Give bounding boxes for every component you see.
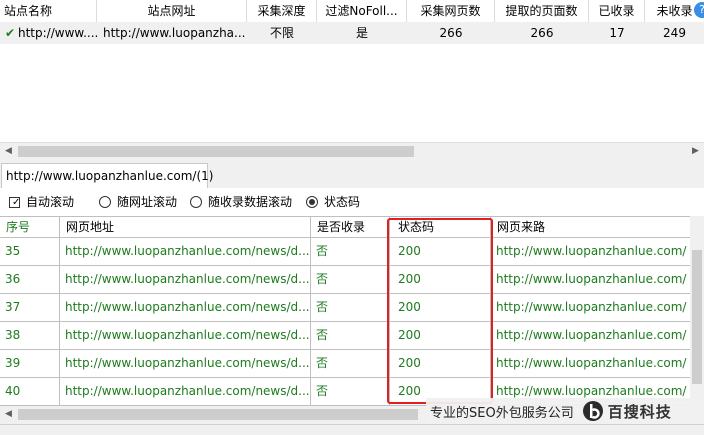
row-referrer-cell: http://www.luopanzhanlue.com/	[496, 272, 687, 286]
row-url-cell: http://www.luopanzhanlue.com/news/d...	[60, 238, 311, 266]
col-page-url[interactable]: 网页地址	[60, 217, 311, 238]
col-no[interactable]: 序号	[0, 217, 60, 238]
scroll-thumb[interactable]	[18, 146, 414, 157]
brand-logo-icon	[582, 401, 603, 421]
auto-scroll-checkbox[interactable]: ✓	[9, 196, 21, 208]
collected-cell: 266	[439, 26, 463, 40]
row-no-cell: 35	[0, 238, 60, 266]
table-row[interactable]: 36 http://www.luopanzhanlue.com/news/d...…	[0, 266, 690, 294]
row-referrer-cell: http://www.luopanzhanlue.com/	[496, 244, 687, 258]
scroll-thumb[interactable]	[18, 409, 418, 420]
status-code-label: 状态码	[324, 195, 361, 209]
site-row[interactable]: ✔ http://www.... http://www.luopanzha...…	[0, 22, 704, 44]
row-referrer-cell: http://www.luopanzhanlue.com/	[496, 356, 687, 370]
watermark-brand: 百搜科技	[607, 402, 672, 421]
scroll-thumb[interactable]	[692, 250, 702, 384]
page-table: 序号 网页地址 是否收录 状态码 网页来路 35 http://www.luopa…	[0, 216, 690, 406]
extracted-cell: 266	[530, 26, 554, 40]
row-indexed-cell: 否	[311, 378, 390, 406]
row-status-cell: 200	[390, 238, 491, 266]
row-no-cell: 40	[0, 378, 60, 406]
follow-index-label: 随收录数据滚动	[208, 195, 293, 209]
row-no-cell: 36	[0, 266, 60, 294]
scroll-options: ✓ 自动滚动 随网址滚动 随收录数据滚动 状态码	[0, 188, 704, 216]
scroll-left-icon[interactable]: ◀	[0, 143, 17, 160]
row-referrer-cell: http://www.luopanzhanlue.com/	[496, 328, 687, 342]
row-no-cell: 39	[0, 350, 60, 378]
col-nofollow[interactable]: 过滤NoFoll...	[317, 0, 407, 22]
row-status-cell: 200	[390, 266, 491, 294]
crawl-depth-cell: 不限	[269, 26, 294, 40]
checkmark-icon: ✓	[12, 196, 21, 208]
row-indexed-cell: 否	[311, 350, 390, 378]
col-referrer[interactable]: 网页来路	[491, 217, 690, 238]
auto-scroll-option[interactable]: ✓ 自动滚动	[9, 194, 74, 210]
row-status-cell: 200	[390, 350, 491, 378]
watermark: 专业的SEO外包服务公司 百搜科技	[426, 398, 704, 424]
site-url-cell: http://www.luopanzha...	[103, 26, 246, 40]
page-table-vertical-scrollbar[interactable]	[690, 216, 704, 406]
status-code-option[interactable]: 状态码	[306, 194, 360, 210]
check-icon: ✔	[4, 26, 16, 40]
follow-url-option[interactable]: 随网址滚动	[99, 194, 177, 210]
nofollow-cell: 是	[355, 26, 368, 40]
follow-index-radio[interactable]	[190, 196, 202, 208]
tab-strip: http://www.luopanzhanlue.com/(1)	[0, 160, 704, 189]
row-url-cell: http://www.luopanzhanlue.com/news/d...	[60, 266, 311, 294]
tab-site[interactable]: http://www.luopanzhanlue.com/(1)	[1, 163, 213, 188]
follow-url-label: 随网址滚动	[117, 195, 178, 209]
row-url-cell: http://www.luopanzhanlue.com/news/d...	[60, 350, 311, 378]
row-no-cell: 37	[0, 294, 60, 322]
table-row[interactable]: 39 http://www.luopanzhanlue.com/news/d...…	[0, 350, 690, 378]
col-collected[interactable]: 采集网页数	[407, 0, 495, 22]
col-crawl-depth[interactable]: 采集深度	[247, 0, 317, 22]
row-referrer-cell: http://www.luopanzhanlue.com/	[496, 300, 687, 314]
scroll-right-icon[interactable]: ▶	[687, 143, 704, 160]
col-status-code[interactable]: 状态码	[390, 217, 491, 238]
row-status-cell: 200	[390, 322, 491, 350]
status-bar	[0, 424, 704, 435]
site-name-cell: http://www....	[18, 26, 97, 40]
follow-index-option[interactable]: 随收录数据滚动	[190, 194, 292, 210]
indexed-cell: 17	[609, 26, 625, 40]
col-indexed[interactable]: 已收录	[589, 0, 645, 22]
row-no-cell: 38	[0, 322, 60, 350]
status-code-radio[interactable]	[306, 196, 318, 208]
col-extracted[interactable]: 提取的页面数	[495, 0, 589, 22]
table-row[interactable]: 38 http://www.luopanzhanlue.com/news/d...…	[0, 322, 690, 350]
col-site-name[interactable]: 站点名称	[0, 0, 97, 22]
not-indexed-cell: 249	[663, 26, 686, 40]
site-table: 站点名称 站点网址 采集深度 过滤NoFoll... 采集网页数 提取的页面数 …	[0, 0, 704, 142]
table-row[interactable]: 35 http://www.luopanzhanlue.com/news/d...…	[0, 238, 690, 266]
row-url-cell: http://www.luopanzhanlue.com/news/d...	[60, 322, 311, 350]
scroll-left-icon[interactable]: ◀	[0, 406, 17, 423]
row-url-cell: http://www.luopanzhanlue.com/news/d...	[60, 294, 311, 322]
auto-scroll-label: 自动滚动	[26, 195, 75, 209]
follow-url-radio[interactable]	[99, 196, 111, 208]
table-row[interactable]: 37 http://www.luopanzhanlue.com/news/d...…	[0, 294, 690, 322]
help-icon[interactable]: ?	[694, 2, 704, 18]
row-indexed-cell: 否	[311, 266, 390, 294]
row-status-cell: 200	[390, 294, 491, 322]
row-url-cell: http://www.luopanzhanlue.com/news/d...	[60, 378, 311, 406]
row-indexed-cell: 否	[311, 238, 390, 266]
top-horizontal-scrollbar[interactable]: ◀ ▶	[0, 142, 704, 160]
col-site-url[interactable]: 站点网址	[97, 0, 247, 22]
site-table-header: 站点名称 站点网址 采集深度 过滤NoFoll... 采集网页数 提取的页面数 …	[0, 0, 704, 23]
watermark-text: 专业的SEO外包服务公司	[430, 405, 574, 421]
row-indexed-cell: 否	[311, 322, 390, 350]
row-indexed-cell: 否	[311, 294, 390, 322]
col-is-indexed[interactable]: 是否收录	[311, 217, 390, 238]
page-table-header: 序号 网页地址 是否收录 状态码 网页来路	[0, 216, 690, 238]
